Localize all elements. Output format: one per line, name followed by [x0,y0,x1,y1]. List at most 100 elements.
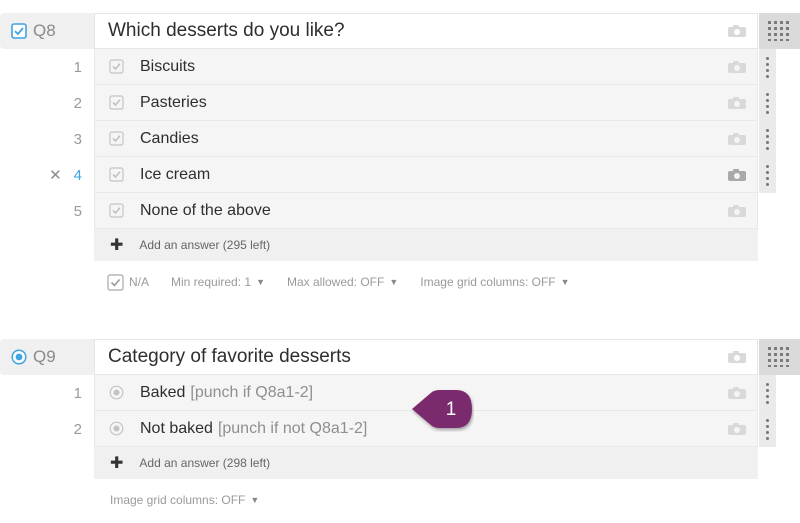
grid-icon [767,21,789,41]
question-header: Q8 Which desserts do you like? [0,13,800,49]
min-required-label: Min required: 1 [171,275,252,289]
delete-icon[interactable]: ✕ [49,166,62,184]
checkbox-icon[interactable] [109,59,124,74]
add-answer-button[interactable]: ✚ Add an answer (295 left) [94,229,758,261]
max-allowed-dropdown[interactable]: Max allowed: OFF ▼ [287,275,398,289]
add-answer-label: Add an answer (298 left) [139,456,271,470]
question-options: N/A Min required: 1 ▼ Max allowed: OFF ▼… [107,261,800,303]
question-title[interactable]: Category of favorite desserts [94,339,758,375]
question-title[interactable]: Which desserts do you like? [94,13,758,49]
answer-field[interactable]: None of the above [94,193,758,229]
camera-icon[interactable] [727,132,747,146]
question-options: Image grid columns: OFF ▼ [110,479,800,521]
answer-label: Candies [140,129,199,147]
drag-handle-icon[interactable] [759,121,776,157]
answer-label: Pasteries [140,93,207,111]
answer-label: Not baked [140,419,213,437]
answer-field[interactable]: Ice cream [94,157,758,193]
max-allowed-label: Max allowed: OFF [286,275,385,289]
answer-field[interactable]: Biscuits [94,49,758,85]
question-title-text: Category of favorite desserts [108,346,351,367]
radio-icon[interactable] [109,385,124,400]
punch-condition: [punch if Q8a1-2] [190,383,314,401]
camera-icon[interactable] [727,422,747,436]
answer-row: 1 Biscuits [0,49,800,85]
answer-number-text: 3 [73,130,82,148]
answer-number: 1 [0,375,94,411]
caret-down-icon: ▼ [256,277,265,287]
radio-icon [11,349,27,365]
punch-condition: [punch if not Q8a1-2] [217,419,368,437]
question-title-text: Which desserts do you like? [108,20,345,41]
question-number: Q8 [33,21,56,40]
answer-number-text: 1 [73,384,82,402]
checkbox-icon [11,23,27,39]
grid-layout-button[interactable] [759,339,800,375]
answer-number: ✕ 4 [0,157,94,193]
callout-marker: 1 [410,388,474,432]
add-answer-button[interactable]: ✚ Add an answer (298 left) [94,447,758,479]
answer-field[interactable]: Pasteries [94,85,758,121]
add-answer-label: Add an answer (295 left) [139,238,271,252]
answer-row: 1 Baked [punch if Q8a1-2] [0,375,800,411]
grid-icon [767,347,789,367]
na-checkbox[interactable]: N/A [107,273,150,291]
radio-icon[interactable] [109,421,124,436]
image-grid-dropdown[interactable]: Image grid columns: OFF ▼ [420,275,569,289]
caret-down-icon: ▼ [389,277,399,287]
na-label: N/A [129,275,150,289]
drag-handle-icon[interactable] [759,375,776,411]
checkbox-icon [107,273,124,291]
question-type-tag[interactable]: Q8 [0,13,94,49]
checkbox-icon[interactable] [109,167,124,182]
answer-number-text: 5 [73,202,82,220]
answer-row: 2 Not baked [punch if not Q8a1-2] [0,411,800,447]
camera-icon[interactable] [727,350,747,364]
drag-handle-icon[interactable] [759,49,776,85]
answer-number: 5 [0,193,94,229]
camera-icon[interactable] [727,386,747,400]
question-type-tag[interactable]: Q9 [0,339,94,375]
camera-icon[interactable] [727,96,747,110]
answer-field[interactable]: Candies [94,121,758,157]
plus-icon: ✚ [110,237,124,254]
image-grid-dropdown[interactable]: Image grid columns: OFF ▼ [110,493,259,507]
grid-layout-button[interactable] [759,13,800,49]
answer-row: 2 Pasteries [0,85,800,121]
answer-row: 5 None of the above [0,193,800,229]
camera-icon[interactable] [727,24,747,38]
image-grid-label: Image grid columns: OFF [420,275,556,289]
answer-number-text: 2 [73,420,82,438]
answer-label: Ice cream [140,165,211,183]
answer-number: 1 [0,49,94,85]
answer-row: ✕ 4 Ice cream [0,157,800,193]
camera-icon[interactable] [727,204,747,218]
answer-number-text: 1 [73,58,82,76]
plus-icon: ✚ [110,455,124,472]
question-header: Q9 Category of favorite desserts [0,339,800,375]
answer-number: 2 [0,85,94,121]
question-number: Q9 [33,347,56,366]
answer-label: Baked [140,383,186,401]
checkbox-icon[interactable] [109,131,124,146]
drag-handle-icon[interactable] [759,157,776,193]
answer-label: Biscuits [140,57,196,75]
answer-number-text: 4 [73,166,82,184]
caret-down-icon: ▼ [560,277,570,287]
min-required-dropdown[interactable]: Min required: 1 ▼ [171,275,265,289]
checkbox-icon[interactable] [109,95,124,110]
drag-handle-icon[interactable] [759,411,776,447]
checkbox-icon[interactable] [109,203,124,218]
question-q9: Q9 Category of favorite desserts 1 Baked… [0,339,800,521]
answer-number-text: 2 [73,94,82,112]
answer-number: 2 [0,411,94,447]
question-q8: Q8 Which desserts do you like? 1 Biscuit… [0,13,800,303]
drag-handle-icon[interactable] [759,85,776,121]
callout-label: 1 [445,399,457,420]
answer-label: None of the above [140,201,271,219]
camera-icon[interactable] [727,168,747,182]
answer-row: 3 Candies [0,121,800,157]
camera-icon[interactable] [727,60,747,74]
image-grid-label: Image grid columns: OFF [110,493,246,507]
answer-number: 3 [0,121,94,157]
